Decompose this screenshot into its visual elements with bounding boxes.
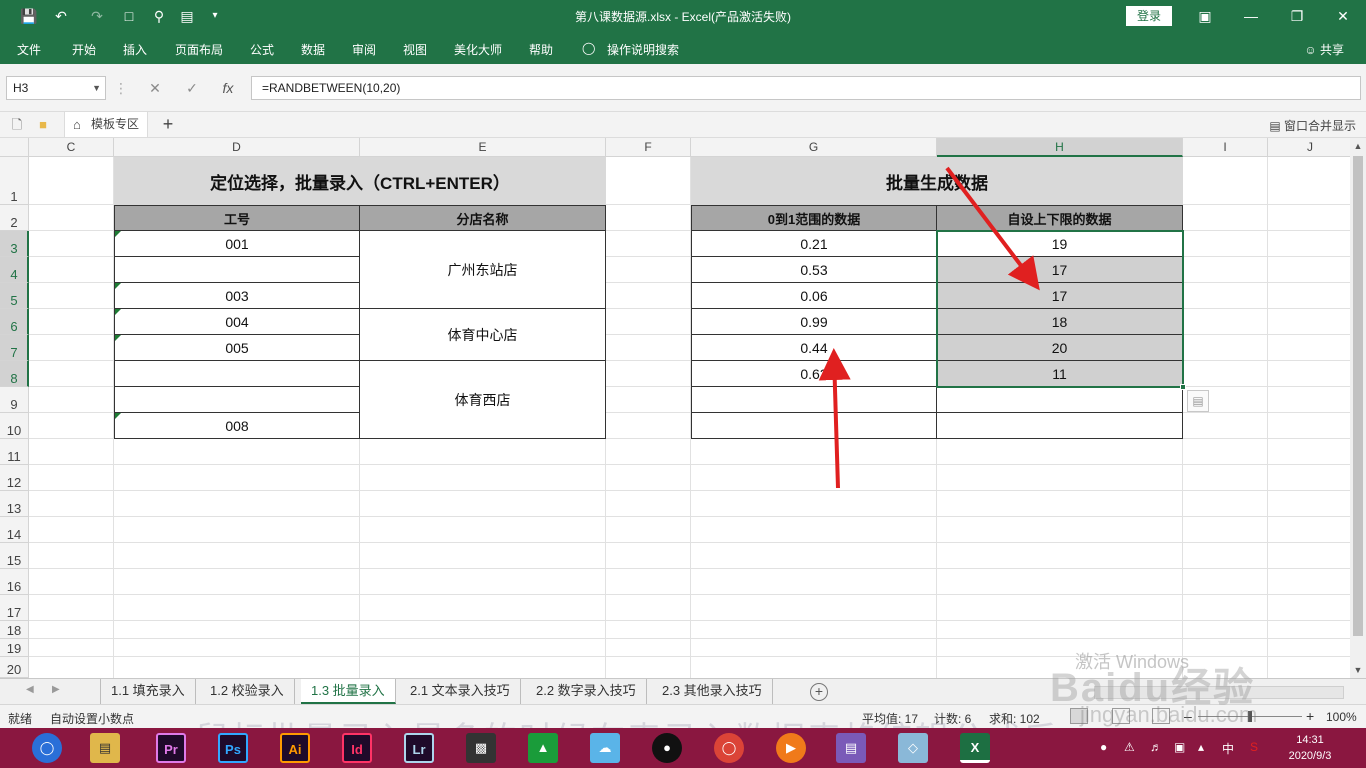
form-icon[interactable]: ▤	[176, 6, 198, 26]
tray-app-icon[interactable]: ▣	[1174, 740, 1185, 754]
login-button[interactable]: 登录	[1126, 6, 1172, 26]
chevron-down-icon[interactable]: ▼	[92, 77, 101, 99]
tab-formulas[interactable]: 公式	[250, 41, 274, 58]
arrow-to-h-values	[945, 166, 1040, 291]
clock-date: 2020/9/3	[1288, 750, 1332, 762]
tab-beautify[interactable]: 美化大师	[454, 41, 502, 58]
sheet-tab-other[interactable]: 2.3 其他录入技巧	[652, 679, 773, 704]
qq-tray-icon[interactable]: ●	[1100, 740, 1107, 754]
home-icon: ⌂	[73, 117, 81, 132]
tab-view[interactable]: 视图	[403, 41, 427, 58]
title-bar: 💾 ↶ ↷ □ ⚲ ▤ ▾ 第八课数据源.xlsx - Excel(产品激活失败…	[0, 0, 1366, 32]
indesign-icon[interactable]: Id	[342, 733, 372, 763]
zoom-in-icon[interactable]: +	[1306, 708, 1314, 724]
clock-time: 14:31	[1296, 734, 1324, 746]
window-icon: ▤	[1269, 119, 1284, 133]
cancel-icon[interactable]: ✕	[140, 76, 170, 100]
enter-icon[interactable]: ✓	[177, 76, 207, 100]
next-sheet-icon[interactable]: ▶	[52, 684, 60, 695]
media-player-icon[interactable]: ▶	[776, 733, 806, 763]
share-button[interactable]: ☺ 共享	[1304, 41, 1344, 58]
video-editor-icon[interactable]: ▩	[466, 733, 496, 763]
template-tab[interactable]: ⌂ 模板专区	[64, 112, 149, 137]
name-box-value: H3	[13, 81, 29, 95]
more-icon: ⋮	[114, 80, 128, 96]
tab-file[interactable]: 文件	[17, 41, 41, 58]
annotation-arrows	[818, 166, 1040, 489]
worksheet-grid[interactable]: C D E F G H I J 1 2 3 4 5 6 7 8 9 10 11 …	[0, 138, 1350, 678]
person-icon: ☺	[1304, 43, 1320, 57]
merge-window-button[interactable]: ▤ 窗口合并显示	[1269, 117, 1356, 134]
formula-input[interactable]: =RANDBETWEEN(10,20)	[251, 76, 1361, 100]
tablet-app-icon[interactable]: ◇	[898, 733, 928, 763]
ime-indicator[interactable]: 中	[1222, 740, 1234, 757]
lightbulb-icon: ◯	[582, 41, 596, 55]
ribbon-display-icon[interactable]: ▣	[1182, 0, 1228, 32]
file-explorer-icon[interactable]: ▤	[90, 733, 120, 763]
prev-sheet-icon[interactable]: ◀	[26, 684, 34, 695]
taskbar: ◯ ▤ Pr Ps Ai Id Lr ▩ ▲ ☁ ● ◯ ▶ ▤ ◇ X ● ⚠…	[0, 728, 1366, 768]
new-document-icon[interactable]: 🗋	[8, 116, 26, 134]
add-tab-button[interactable]: +	[158, 114, 178, 134]
zoom-level[interactable]: 100%	[1326, 710, 1357, 724]
sheet-tab-batch[interactable]: 1.3 批量录入	[301, 679, 396, 704]
tab-review[interactable]: 审阅	[352, 41, 376, 58]
share-label: 共享	[1319, 43, 1344, 57]
premiere-icon[interactable]: Pr	[156, 733, 186, 763]
tab-help[interactable]: 帮助	[529, 41, 553, 58]
redo-icon[interactable]: ↷	[86, 6, 108, 26]
sheet-tab-fill[interactable]: 1.1 填充录入	[100, 679, 196, 704]
chrome-icon[interactable]: ◯	[714, 733, 744, 763]
tab-page-layout[interactable]: 页面布局	[175, 41, 223, 58]
new-file-icon[interactable]: □	[118, 6, 140, 26]
network-warning-icon[interactable]: ⚠	[1124, 740, 1135, 754]
sogou-icon[interactable]: S	[1250, 740, 1258, 754]
name-box[interactable]: H3 ▼	[6, 76, 106, 100]
arrow-to-g-values	[818, 348, 851, 489]
folder-icon[interactable]: ■	[34, 116, 52, 134]
minimize-icon[interactable]: —	[1228, 0, 1274, 32]
add-sheet-button[interactable]: +	[810, 683, 828, 701]
browser-icon[interactable]: ◯	[32, 733, 62, 763]
print-preview-icon[interactable]: ⚲	[148, 6, 170, 26]
tell-me-search[interactable]: 操作说明搜索	[607, 41, 679, 58]
close-icon[interactable]: ✕	[1320, 0, 1366, 32]
save-icon[interactable]: 💾	[18, 6, 40, 26]
template-tab-strip: 🗋 ■ ⌂ 模板专区 + ▤ 窗口合并显示	[0, 112, 1366, 138]
template-tab-label: 模板专区	[91, 117, 140, 131]
merge-window-label: 窗口合并显示	[1283, 119, 1356, 133]
lightroom-icon[interactable]: Lr	[404, 733, 434, 763]
baidu-url-watermark: jingyan.baidu.com	[1080, 702, 1258, 727]
ribbon-tabs: 文件 开始 插入 页面布局 公式 数据 审阅 视图 美化大师 帮助 ◯ 操作说明…	[0, 32, 1366, 64]
tab-home[interactable]: 开始	[72, 41, 96, 58]
sheet-tab-text[interactable]: 2.1 文本录入技巧	[400, 679, 521, 704]
illustrator-icon[interactable]: Ai	[280, 733, 310, 763]
chart-app-icon[interactable]: ▲	[528, 733, 558, 763]
volume-icon[interactable]: ♬	[1150, 740, 1162, 754]
wifi-icon[interactable]: ▴	[1198, 740, 1204, 754]
customize-toolbar-icon[interactable]: ▾	[204, 6, 226, 26]
notepad-icon[interactable]: ▤	[836, 733, 866, 763]
excel-icon[interactable]: X	[960, 733, 990, 763]
qq-icon[interactable]: ●	[652, 733, 682, 763]
insert-function-icon[interactable]: fx	[213, 76, 243, 100]
restore-icon[interactable]: ❐	[1274, 0, 1320, 32]
status-ready: 就绪	[8, 712, 33, 726]
vertical-scrollbar[interactable]: ▲ ▼	[1350, 138, 1366, 678]
scroll-up-icon[interactable]: ▲	[1350, 138, 1366, 154]
system-clock[interactable]: 14:31 2020/9/3	[1280, 732, 1340, 764]
sheet-tab-validation[interactable]: 1.2 校验录入	[200, 679, 295, 704]
photoshop-icon[interactable]: Ps	[218, 733, 248, 763]
chat-app-icon[interactable]: ☁	[590, 733, 620, 763]
scroll-down-icon[interactable]: ▼	[1350, 662, 1366, 678]
undo-icon[interactable]: ↶	[50, 6, 72, 26]
formula-bar: H3 ▼ ⋮ ✕ ✓ fx =RANDBETWEEN(10,20)	[0, 64, 1366, 112]
tab-data[interactable]: 数据	[301, 41, 325, 58]
status-auto-decimal: 自动设置小数点	[50, 712, 135, 726]
sheet-tab-number[interactable]: 2.2 数字录入技巧	[526, 679, 647, 704]
tab-insert[interactable]: 插入	[123, 41, 147, 58]
scroll-thumb[interactable]	[1353, 156, 1363, 636]
